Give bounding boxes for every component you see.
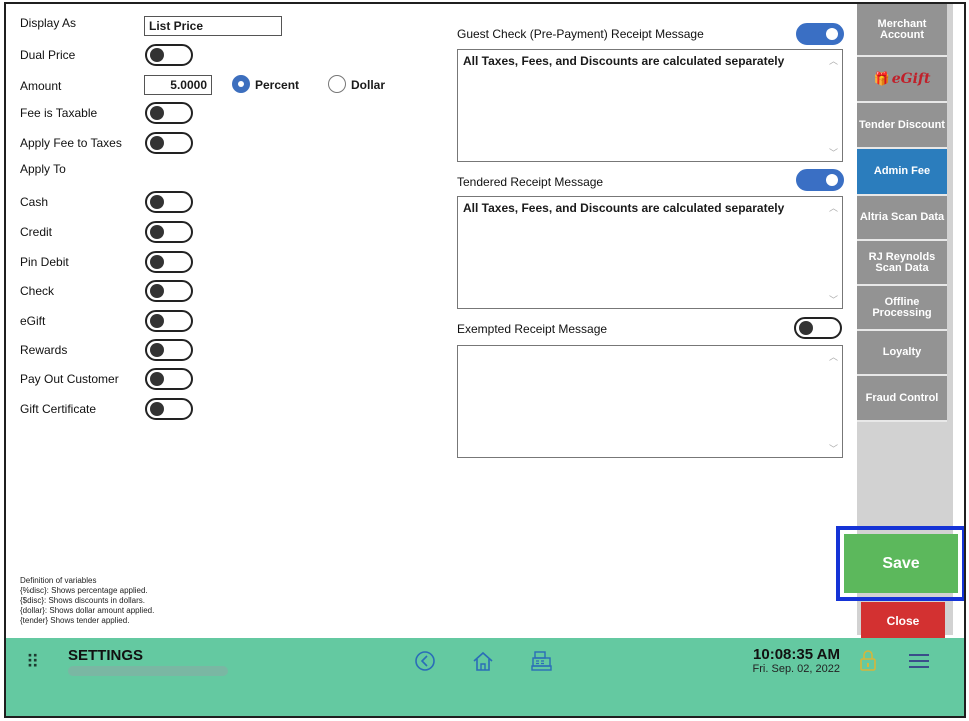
gift-certificate-toggle[interactable] [145,398,193,420]
guest-check-toggle[interactable] [796,23,844,45]
tab-offline-processing[interactable]: Offline Processing [857,286,947,331]
guest-check-message: All Taxes, Fees, and Discounts are calcu… [463,54,785,68]
toggle-knob [799,321,813,335]
clock-time: 10:08:35 AM [753,646,840,663]
tab-egift[interactable]: 🎁 eGift [857,57,947,103]
tab-egift-label: eGift [891,70,931,87]
scroll-up-icon[interactable]: ︿ [829,201,838,214]
toggle-knob [826,28,838,40]
apply-to-label: Apply To [20,162,66,176]
clock: 10:08:35 AM Fri. Sep. 02, 2022 [736,646,840,675]
tab-admin-fee[interactable]: Admin Fee [857,149,947,196]
tab-fraud-control[interactable]: Fraud Control [857,376,947,422]
dual-price-label: Dual Price [20,48,76,62]
page-title: SETTINGS [68,647,144,664]
scroll-up-icon[interactable]: ︿ [829,54,838,67]
toggle-knob [150,106,164,120]
apply-item-label: Credit [20,225,53,239]
variable-line: {%disc}: Shows percentage applied. [20,586,148,595]
home-icon[interactable] [471,649,495,673]
apply-item-label: Pay Out Customer [20,372,119,386]
tendered-message-box[interactable]: All Taxes, Fees, and Discounts are calcu… [457,196,843,309]
tendered-toggle[interactable] [796,169,844,191]
scroll-down-icon[interactable]: ﹀ [829,293,838,306]
egift-toggle[interactable] [145,310,193,332]
dollar-label: Dollar [351,78,386,92]
apply-item-label: eGift [20,314,46,328]
footer-bar: ⠿ SETTINGS 10:08:35 AM Fri. Sep. 02, 202… [6,638,964,716]
toggle-knob [150,195,164,209]
settings-window: Display As List Price Dual Price Amount … [4,2,966,718]
variables-definition: Definition of variables {%disc}: Shows p… [20,576,154,626]
toggle-knob [150,225,164,239]
lock-icon[interactable] [859,649,877,673]
toggle-knob [150,314,164,328]
toggle-knob [150,343,164,357]
back-icon[interactable] [414,650,436,672]
guest-check-message-box[interactable]: All Taxes, Fees, and Discounts are calcu… [457,49,843,162]
menu-icon[interactable] [908,652,930,670]
exempted-toggle[interactable] [794,317,842,339]
tab-altria-scan-data[interactable]: Altria Scan Data [857,196,947,241]
variable-line: {dollar}: Shows dollar amount applied. [20,606,155,615]
variables-title: Definition of variables [20,576,97,585]
toggle-knob [150,402,164,416]
tab-rj-reynolds-scan-data[interactable]: RJ Reynolds Scan Data [857,241,947,286]
tab-merchant-account[interactable]: Merchant Account [857,4,947,57]
scroll-up-icon[interactable]: ︿ [829,350,838,363]
rewards-toggle[interactable] [145,339,193,361]
display-as-field[interactable]: List Price [144,16,282,36]
toggle-knob [150,136,164,150]
exempted-title: Exempted Receipt Message [457,322,608,336]
tendered-message: All Taxes, Fees, and Discounts are calcu… [463,201,785,215]
apply-fee-taxes-toggle[interactable] [145,132,193,154]
dollar-radio[interactable] [328,75,346,93]
display-as-label: Display As [20,16,77,30]
toggle-knob [150,255,164,269]
toggle-knob [150,372,164,386]
amount-label: Amount [20,79,62,93]
toggle-knob [150,48,164,62]
store-name-redacted [68,666,228,676]
check-toggle[interactable] [145,280,193,302]
pin-debit-toggle[interactable] [145,251,193,273]
amount-field[interactable]: 5.0000 [144,75,212,95]
cash-toggle[interactable] [145,191,193,213]
gift-icon: 🎁 [873,71,890,87]
percent-radio[interactable] [232,75,250,93]
apply-item-label: Rewards [20,343,68,357]
fee-taxable-label: Fee is Taxable [20,106,98,120]
clock-date: Fri. Sep. 02, 2022 [752,663,840,675]
tendered-title: Tendered Receipt Message [457,175,604,189]
save-button-highlight: Save [836,526,964,601]
apply-item-label: Cash [20,195,49,209]
apply-item-label: Pin Debit [20,255,69,269]
close-button[interactable]: Close [861,602,945,640]
apps-grid-icon[interactable]: ⠿ [26,652,39,673]
toggle-knob [150,284,164,298]
tab-loyalty[interactable]: Loyalty [857,331,947,376]
variable-line: {tender} Shows tender applied. [20,616,130,625]
apply-item-label: Check [20,284,55,298]
apply-item-label: Gift Certificate [20,402,97,416]
apply-fee-taxes-label: Apply Fee to Taxes [20,136,122,150]
variable-line: {$disc}: Shows discounts in dollars. [20,596,145,605]
scroll-down-icon[interactable]: ﹀ [829,146,838,159]
cash-register-icon[interactable] [530,649,554,673]
guest-check-title: Guest Check (Pre-Payment) Receipt Messag… [457,27,704,41]
percent-label: Percent [255,78,300,92]
exempted-message-box[interactable]: ︿ ﹀ [457,345,843,458]
tab-tender-discount[interactable]: Tender Discount [857,103,947,149]
fee-taxable-toggle[interactable] [145,102,193,124]
save-button[interactable]: Save [844,534,958,593]
toggle-knob [826,174,838,186]
dual-price-toggle[interactable] [145,44,193,66]
scroll-down-icon[interactable]: ﹀ [829,442,838,455]
credit-toggle[interactable] [145,221,193,243]
pay-out-customer-toggle[interactable] [145,368,193,390]
